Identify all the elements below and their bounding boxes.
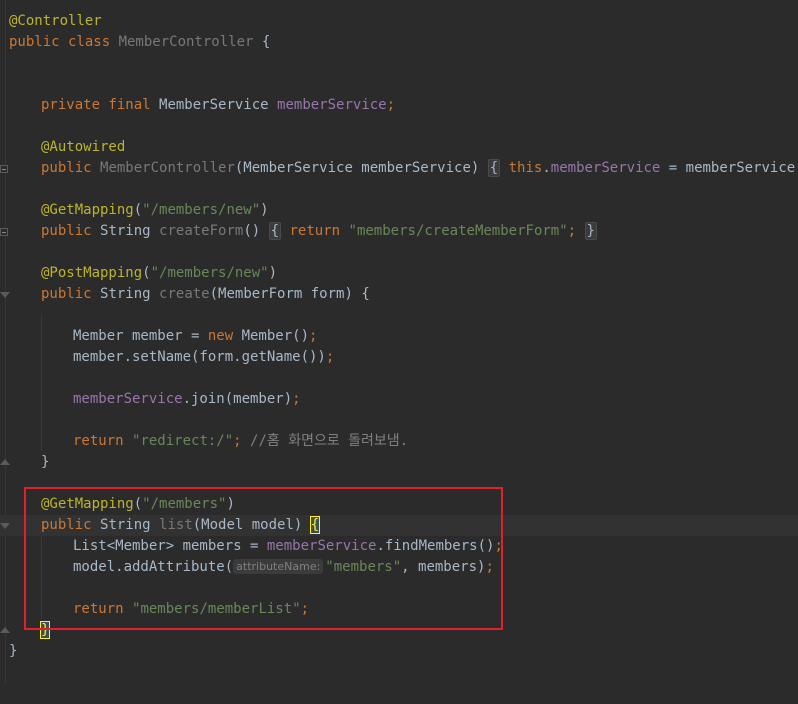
code-line-8: public MemberController(MemberService me… xyxy=(0,158,798,179)
code-line-22: } xyxy=(0,452,798,473)
code-comment: //홈 화면으로 돌려보냄. xyxy=(250,433,409,449)
fold-end-icon[interactable] xyxy=(0,627,10,633)
fold-expand-icon[interactable] xyxy=(0,165,8,173)
folded-region-close[interactable]: } xyxy=(584,222,597,240)
fold-collapse-icon[interactable] xyxy=(0,292,10,298)
code-line-21: return "redirect:/"; //홈 화면으로 돌려보냄. xyxy=(73,433,409,449)
field-name: memberService xyxy=(277,97,387,113)
code-line-16: Member member = new Member(); xyxy=(73,328,318,344)
code-line-5: private final MemberService memberServic… xyxy=(41,97,396,113)
folded-region-open[interactable]: { xyxy=(268,222,282,240)
code-line-31: } xyxy=(9,643,18,659)
fold-collapse-icon[interactable] xyxy=(0,523,10,529)
highlight-annotation-box xyxy=(24,487,503,630)
keyword: public class xyxy=(9,34,119,50)
code-line-19: memberService.join(member); xyxy=(73,391,301,407)
code-line-2: public class MemberController { xyxy=(9,34,271,50)
code-line-14: public String create(MemberForm form) { xyxy=(0,284,798,305)
class-name: MemberController xyxy=(118,34,254,50)
fold-end-icon[interactable] xyxy=(0,459,10,465)
code-line-1: @Controller xyxy=(0,11,798,32)
folded-region-open[interactable]: { xyxy=(487,159,501,177)
code-line-10: @GetMapping("/members/new") xyxy=(41,202,269,218)
code-line-7: @Autowired xyxy=(0,137,798,158)
annotation: @Controller xyxy=(9,13,102,29)
code-line-11: public String createForm() { return "mem… xyxy=(0,221,798,242)
annotation: @Autowired xyxy=(41,139,126,155)
code-line-13: @PostMapping("/members/new") xyxy=(41,265,278,281)
code-line-17: member.setName(form.getName()); xyxy=(73,349,335,365)
fold-expand-icon[interactable] xyxy=(0,228,8,236)
